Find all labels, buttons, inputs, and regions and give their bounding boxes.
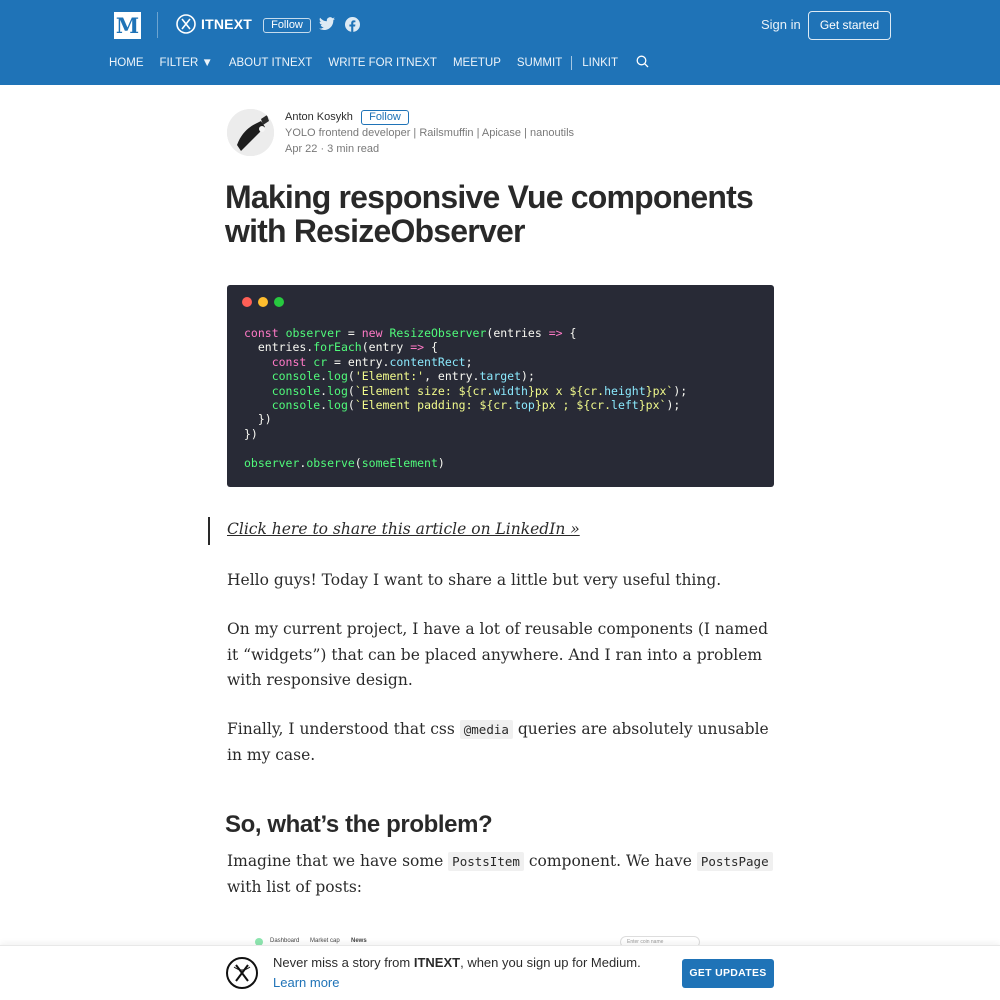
publication-name: ITNEXT — [201, 16, 252, 32]
header-divider — [157, 12, 158, 38]
author-avatar[interactable] — [227, 109, 274, 156]
learn-more-link[interactable]: Learn more — [273, 975, 339, 990]
signup-text-after: , when you sign up for Medium. — [460, 955, 641, 970]
window-minimize-dot-icon — [258, 297, 268, 307]
inline-code-postspage: PostsPage — [696, 852, 773, 871]
author-name[interactable]: Anton Kosykh — [285, 111, 353, 123]
publication-nav: HOME FILTER ▼ ABOUT ITNEXT WRITE FOR ITN… — [109, 55, 649, 71]
get-updates-button[interactable]: GET UPDATES — [682, 959, 774, 988]
get-started-button[interactable]: Get started — [808, 11, 891, 40]
paragraph-posts: Imagine that we have some PostsItem comp… — [227, 849, 777, 900]
facebook-icon[interactable] — [345, 17, 360, 37]
signup-brand: ITNEXT — [413, 955, 461, 970]
image-tab-news: News — [351, 938, 367, 944]
signup-text-before: Never miss a story from — [273, 955, 414, 970]
image-tab-marketcap: Market cap — [310, 938, 340, 944]
code-line: console.log(`Element size: ${cr.width}px… — [271, 383, 688, 398]
window-close-dot-icon — [242, 297, 252, 307]
sign-in-link[interactable]: Sign in — [761, 17, 801, 32]
follow-author-button[interactable]: Follow — [361, 110, 409, 125]
p4-text-b: component. We have — [523, 852, 697, 870]
code-line: observer.observe(someElement) — [244, 455, 445, 470]
paragraph-context: On my current project, I have a lot of r… — [227, 620, 769, 689]
search-icon[interactable] — [636, 55, 649, 71]
nav-filter[interactable]: FILTER ▼ — [160, 57, 213, 69]
inline-code-media: @media — [459, 720, 513, 739]
inline-code-postsitem: PostsItem — [448, 852, 524, 871]
follow-publication-button[interactable]: Follow — [263, 18, 311, 33]
code-line: }) — [244, 412, 272, 427]
post-meta: Apr 22 · 3 min read — [285, 143, 380, 155]
signup-bottom-bar — [0, 945, 1000, 1000]
nav-write[interactable]: WRITE FOR ITNEXT — [328, 57, 437, 69]
top-header: M ITNEXT Follow Sign in Get started HOME… — [0, 0, 1000, 85]
quote-bar — [208, 517, 210, 545]
nav-summit[interactable]: SUMMIT — [517, 57, 562, 69]
signup-message: Never miss a story from ITNEXT, when you… — [273, 955, 641, 970]
paragraph-intro: Hello guys! Today I want to share a litt… — [227, 571, 722, 589]
itnext-logo-icon — [176, 14, 196, 34]
code-line: const cr = entry.contentRect; — [271, 354, 473, 369]
nav-home[interactable]: HOME — [109, 57, 144, 69]
medium-logo[interactable]: M — [114, 12, 141, 39]
share-linkedin-link[interactable]: Click here to share this article on Link… — [227, 520, 580, 538]
section-heading: So, what’s the problem? — [225, 811, 493, 838]
twitter-icon[interactable] — [319, 17, 335, 36]
author-bio: YOLO frontend developer | Railsmuffin | … — [285, 127, 575, 139]
window-maximize-dot-icon — [274, 297, 284, 307]
code-line: }) — [244, 426, 258, 441]
paragraph-media-queries: Finally, I understood that css @media qu… — [227, 717, 777, 768]
code-line: const observer = new ResizeObserver(entr… — [244, 326, 577, 340]
p3-text-before: Finally, I understood that css — [227, 720, 460, 738]
code-line: console.log('Element:', entry.target); — [271, 369, 535, 384]
code-line: entries.forEach(entry => { — [244, 340, 438, 355]
itnext-badge-icon — [226, 957, 258, 989]
publication-logo[interactable]: ITNEXT — [176, 14, 252, 34]
p4-text-a: Imagine that we have some — [227, 852, 449, 870]
nav-linkit[interactable]: LINKIT — [582, 57, 618, 69]
nav-about[interactable]: ABOUT ITNEXT — [229, 57, 313, 69]
nav-meetup[interactable]: MEETUP — [453, 57, 501, 69]
p4-text-c: with list of posts: — [227, 877, 362, 896]
article-title: Making responsive Vue components with Re… — [225, 179, 754, 249]
nav-separator — [571, 56, 573, 70]
code-block: const observer = new ResizeObserver(entr… — [244, 326, 687, 470]
code-line: console.log(`Element padding: ${cr.top}p… — [271, 398, 681, 413]
image-tab-dashboard: Dashboard — [270, 938, 300, 944]
